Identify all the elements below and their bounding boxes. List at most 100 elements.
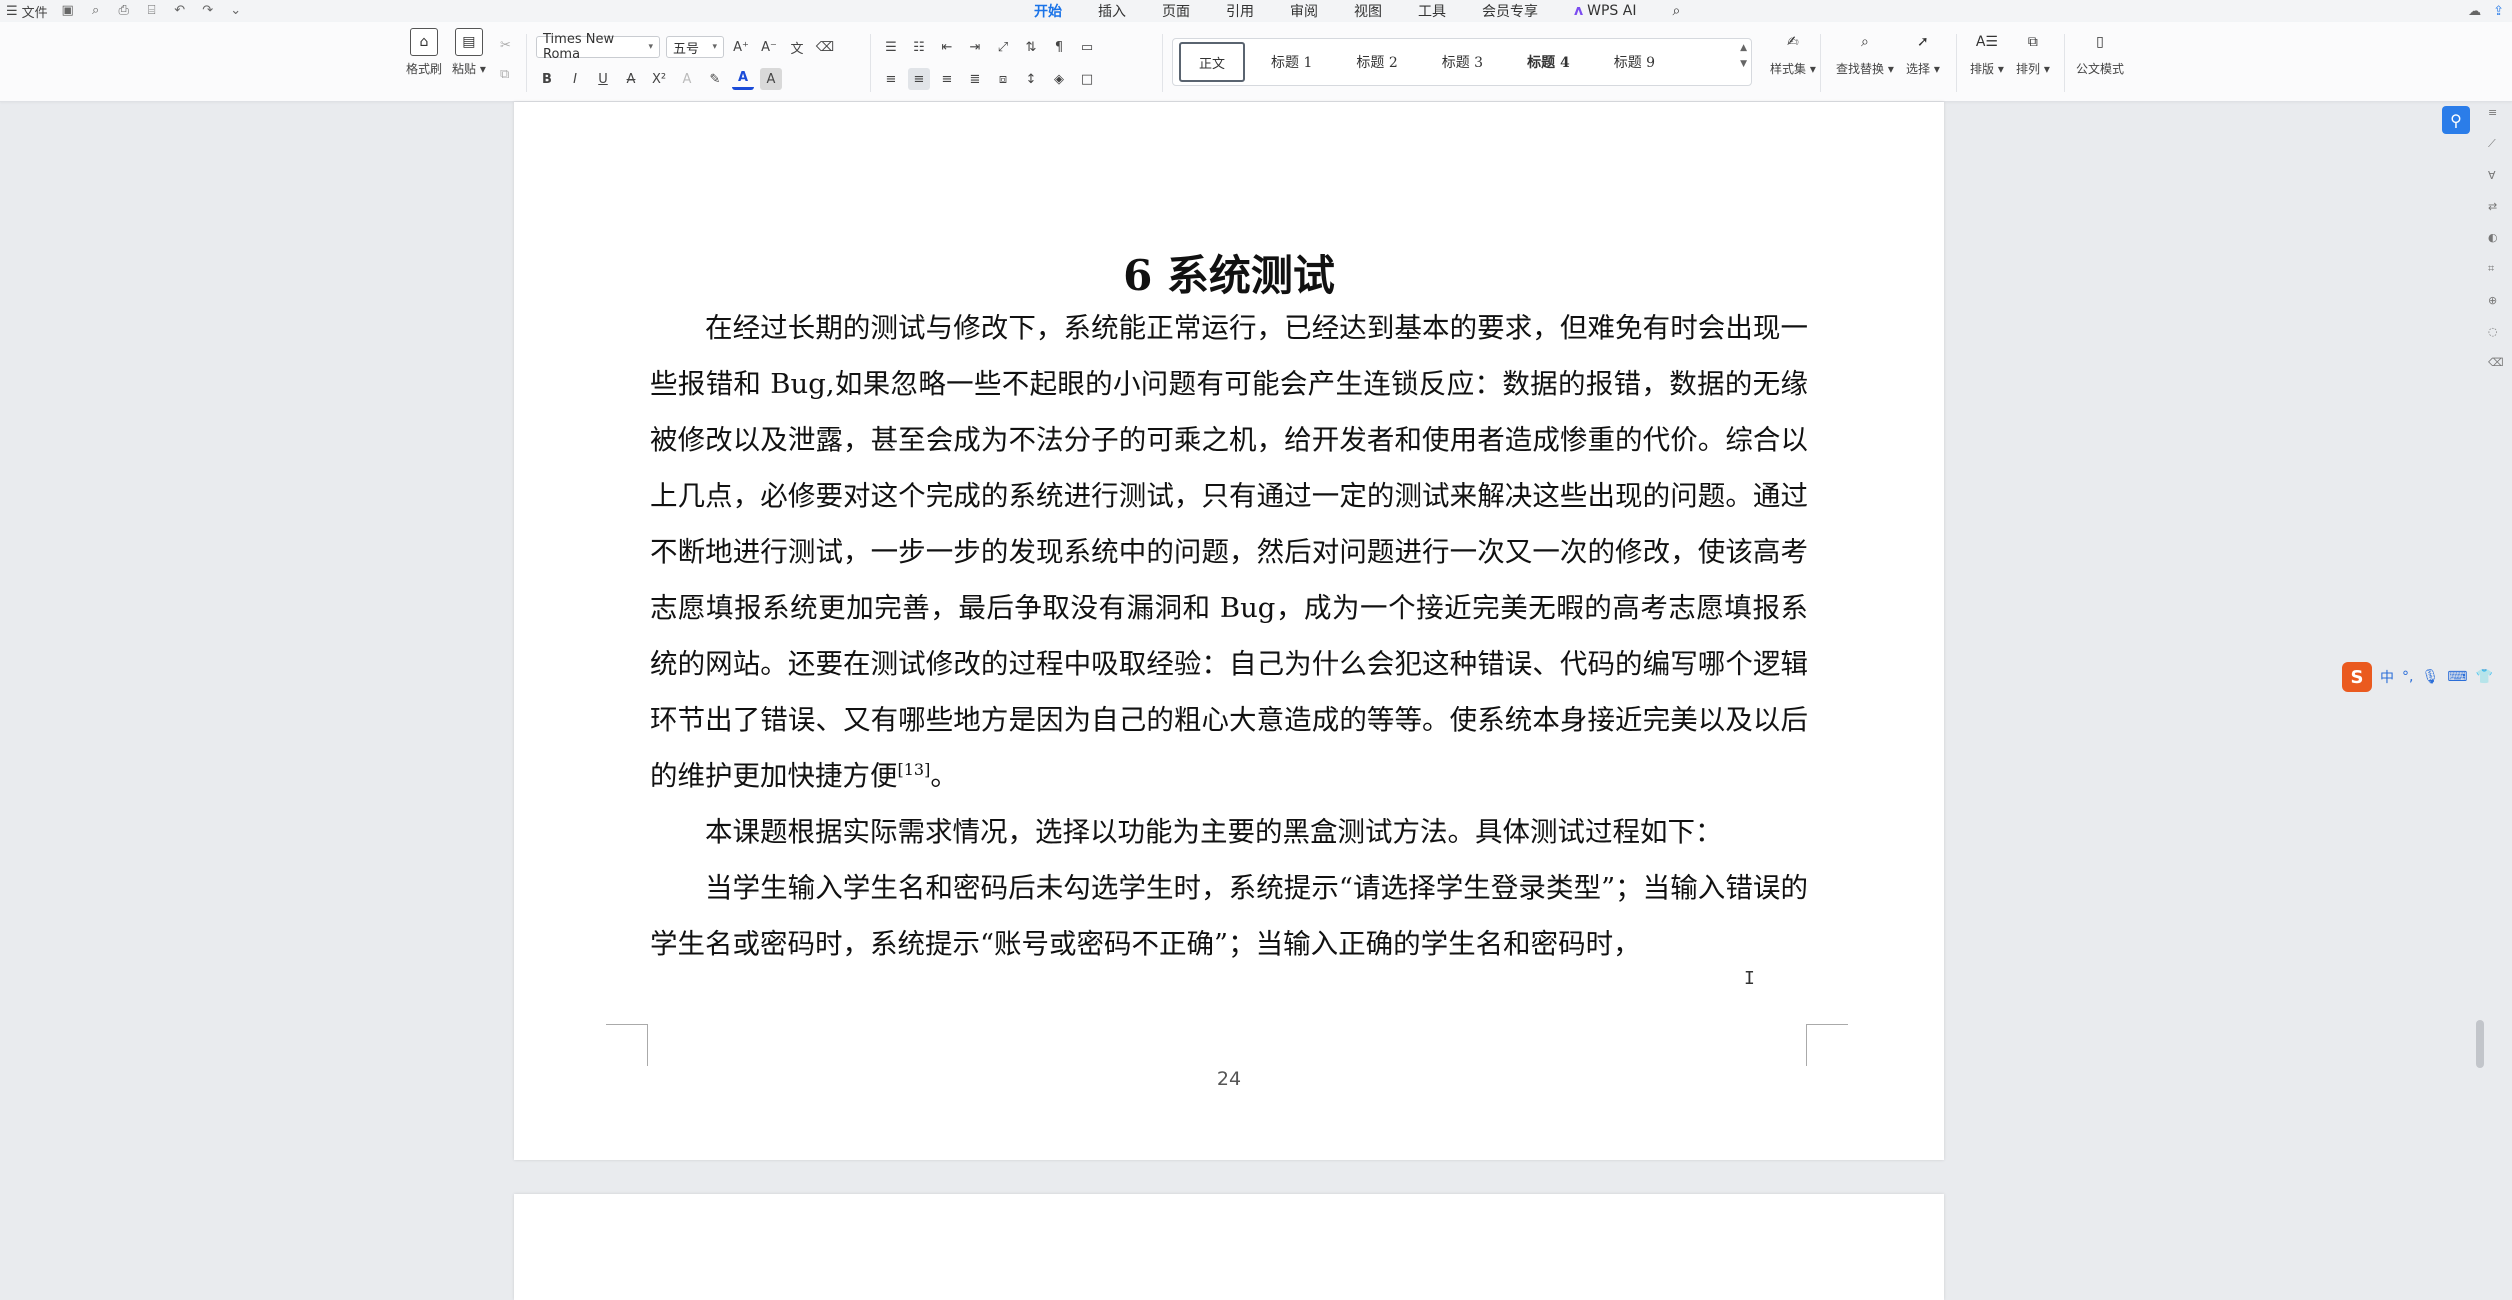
font-color-icon[interactable]: A (732, 68, 754, 90)
char-shading-icon[interactable]: A (760, 68, 782, 90)
sort-icon[interactable]: ⇅ (1020, 36, 1042, 58)
paragraph: 本课题根据实际需求情况，选择以功能为主要的黑盒测试方法。具体测试过程如下： (705, 816, 1723, 848)
official-doc-mode-button[interactable]: ▯ 公文模式 (2076, 28, 2124, 77)
rail-tool-icon[interactable]: ⟋ (2488, 137, 2504, 151)
format-controls: B I U A X² A ✎ A A (536, 68, 782, 90)
search-icon[interactable]: ⌕ (1668, 3, 1684, 19)
superscript-icon[interactable]: X² (648, 68, 670, 90)
vertical-scrollbar-thumb[interactable] (2476, 1020, 2484, 1068)
chevron-up-icon[interactable]: ▲ (1740, 43, 1747, 53)
style-heading-4[interactable]: 标题 4 (1509, 42, 1588, 82)
document-body[interactable]: 在经过长期的测试与修改下，系统能正常运行，已经达到基本的要求，但难免有时会出现一… (650, 300, 1808, 972)
highlight-icon[interactable]: ✎ (704, 68, 726, 90)
cut-icon[interactable]: ✂ (500, 38, 511, 53)
tab-insert[interactable]: 插入 (1094, 1, 1130, 21)
strikethrough-icon[interactable]: A (620, 68, 642, 90)
print-preview-icon[interactable]: ⌸ (144, 4, 160, 18)
open-icon[interactable]: ⌕ (88, 4, 104, 18)
grow-font-icon[interactable]: A⁺ (730, 36, 752, 58)
style-gallery-scroll[interactable]: ▲ ▼ (1740, 43, 1747, 69)
tab-view[interactable]: 视图 (1350, 1, 1386, 21)
keyboard-icon[interactable]: ⌨ (2447, 669, 2467, 685)
tab-wps-ai[interactable]: ᴧ WPS AI (1570, 3, 1640, 19)
cloud-sync-icon[interactable]: ☁ (2468, 4, 2481, 19)
distribute-icon[interactable]: ⧈ (992, 68, 1014, 90)
rail-tool-icon[interactable]: ◌ (2488, 325, 2504, 338)
rail-tool-icon[interactable]: ⌫ (2488, 356, 2504, 369)
microphone-icon[interactable]: 🎙 (2421, 669, 2439, 685)
line-spacing-icon[interactable]: ↕ (1020, 68, 1042, 90)
next-document-page[interactable] (514, 1194, 1944, 1300)
tab-tools[interactable]: 工具 (1414, 1, 1450, 21)
align-left-icon[interactable]: ≡ (880, 68, 902, 90)
document-icon: ▯ (2096, 34, 2104, 50)
redo-icon[interactable]: ↷ (200, 4, 216, 18)
increase-indent-icon[interactable]: ⇥ (964, 36, 986, 58)
font-controls: Times New Roma ▾ 五号 ▾ A⁺ A⁻ 文 ⌫ (536, 32, 836, 62)
ime-mode[interactable]: 中 (2380, 667, 2394, 687)
style-set-button[interactable]: ✍ 样式集 ▾ (1770, 28, 1816, 77)
bold-icon[interactable]: B (536, 68, 558, 90)
copy-icon[interactable]: ⧉ (500, 67, 511, 82)
arrange-button[interactable]: ⧉ 排列 ▾ (2016, 28, 2050, 77)
tab-page[interactable]: 页面 (1158, 1, 1194, 21)
ime-toolbar: S 中 °, 🎙 ⌨ 👕 (2342, 660, 2493, 694)
underline-icon[interactable]: U (592, 68, 614, 90)
file-menu[interactable]: ☰ 文件 (6, 2, 48, 21)
rail-tool-icon[interactable]: ⊕ (2488, 294, 2504, 307)
rail-tool-icon[interactable]: ⇄ (2488, 200, 2504, 213)
numbered-list-icon[interactable]: ☷ (908, 36, 930, 58)
find-replace-button[interactable]: ⌕ 查找替换 ▾ (1836, 28, 1894, 77)
document-page[interactable]: 6 系统测试 在经过长期的测试与修改下，系统能正常运行，已经达到基本的要求，但难… (514, 102, 1944, 1160)
clear-format-icon[interactable]: ⌫ (814, 36, 836, 58)
save-icon[interactable]: ▣ (60, 4, 76, 18)
align-right-icon[interactable]: ≡ (936, 68, 958, 90)
decrease-indent-icon[interactable]: ⇤ (936, 36, 958, 58)
style-heading-9[interactable]: 标题 9 (1596, 42, 1673, 82)
phonetic-icon[interactable]: 文 (786, 36, 808, 58)
style-gallery: 正文 标题 1 标题 2 标题 3 标题 4 标题 9 ▲ ▼ (1172, 38, 1752, 86)
skin-icon[interactable]: 👕 (2475, 669, 2492, 685)
tab-member[interactable]: 会员专享 (1478, 1, 1542, 21)
rail-tool-icon[interactable]: ∀ (2488, 169, 2504, 182)
right-side-rail: ⚲ ≡ ⟋ ∀ ⇄ ◐ ⌗ ⊕ ◌ ⌫ (2432, 102, 2512, 1300)
bullet-list-icon[interactable]: ☰ (880, 36, 902, 58)
font-family-select[interactable]: Times New Roma ▾ (536, 32, 660, 62)
chevron-down-icon[interactable]: ▼ (1740, 59, 1747, 69)
text-effect-icon[interactable]: A (676, 68, 698, 90)
chevron-down-icon[interactable]: ⌄ (228, 4, 244, 18)
rail-tool-icon[interactable]: ◐ (2488, 231, 2504, 244)
justify-icon[interactable]: ≣ (964, 68, 986, 90)
undo-icon[interactable]: ↶ (172, 4, 188, 18)
rail-tool-icon[interactable]: ≡ (2488, 106, 2504, 119)
shading-icon[interactable]: ◈ (1048, 68, 1070, 90)
layout-button[interactable]: A☰ 排版 ▾ (1970, 28, 2004, 77)
shrink-font-icon[interactable]: A⁻ (758, 36, 780, 58)
text-direction-icon[interactable]: ⤢ (992, 36, 1014, 58)
margin-corner-mark (606, 1024, 648, 1066)
align-center-icon[interactable]: ≡ (908, 68, 930, 90)
style-heading-3[interactable]: 标题 3 (1424, 42, 1501, 82)
font-size-select[interactable]: 五号 ▾ (666, 36, 724, 58)
paragraph: 在经过长期的测试与修改下，系统能正常运行，已经达到基本的要求，但难免有时会出现一… (650, 312, 1808, 792)
format-painter-icon: ⌂ (410, 28, 438, 56)
style-normal[interactable]: 正文 (1179, 42, 1246, 82)
tab-references[interactable]: 引用 (1222, 1, 1258, 21)
paste-button[interactable]: ▤ 粘贴 ▾ (452, 28, 486, 77)
style-heading-1[interactable]: 标题 1 (1253, 42, 1330, 82)
show-marks-icon[interactable]: ¶ (1048, 36, 1070, 58)
location-pin-icon[interactable]: ⚲ (2442, 106, 2470, 134)
format-painter-button[interactable]: ⌂ 格式刷 (406, 28, 442, 77)
rail-tool-icon[interactable]: ⌗ (2488, 262, 2504, 276)
tab-home[interactable]: 开始 (1030, 1, 1066, 25)
italic-icon[interactable]: I (564, 68, 586, 90)
border-icon[interactable]: □ (1076, 68, 1098, 90)
sogou-ime-logo[interactable]: S (2342, 662, 2372, 692)
print-icon[interactable]: ⎙ (116, 4, 132, 18)
punctuation-icon[interactable]: °, (2402, 669, 2413, 685)
select-button[interactable]: ➚ 选择 ▾ (1906, 28, 1940, 77)
share-icon[interactable]: ⇪ (2493, 4, 2504, 19)
table-tools-icon[interactable]: ▭ (1076, 36, 1098, 58)
tab-review[interactable]: 审阅 (1286, 1, 1322, 21)
style-heading-2[interactable]: 标题 2 (1338, 42, 1415, 82)
